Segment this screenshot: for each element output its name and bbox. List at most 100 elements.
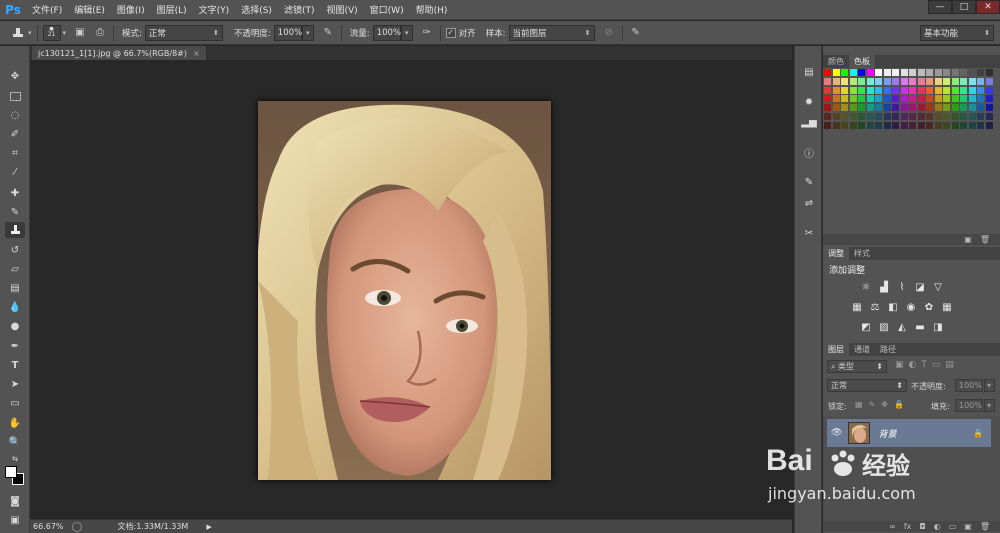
color-swatch[interactable] <box>985 95 993 103</box>
pixel-filter-icon[interactable]: ▣ <box>895 360 904 370</box>
menu-edit[interactable]: 编辑(E) <box>68 3 111 16</box>
color-swatch[interactable] <box>934 95 942 103</box>
color-swatch[interactable] <box>968 69 976 76</box>
color-swatch[interactable] <box>841 77 848 85</box>
color-swatch[interactable] <box>977 113 984 120</box>
color-swatch[interactable] <box>866 86 874 94</box>
tab-adjustments[interactable]: 调整 <box>823 247 849 260</box>
lock-all-icon[interactable]: 🔒 <box>894 400 904 409</box>
menu-help[interactable]: 帮助(H) <box>410 3 454 16</box>
clone-source-panel-icon[interactable]: ⎙ <box>92 25 108 41</box>
color-swatch[interactable] <box>985 77 993 85</box>
menu-filter[interactable]: 滤镜(T) <box>278 3 321 16</box>
color-swatch[interactable] <box>909 104 916 112</box>
brightness-icon[interactable]: ☼ <box>859 282 873 293</box>
gradient-map-icon[interactable]: ▬ <box>913 322 927 333</box>
shape-filter-icon[interactable]: ▭ <box>932 360 941 370</box>
color-swatch[interactable] <box>985 113 993 120</box>
zoom-level[interactable]: 66.67% <box>33 522 64 531</box>
color-swatch[interactable] <box>841 113 848 120</box>
color-swatch[interactable] <box>875 121 882 129</box>
color-swatch[interactable] <box>849 121 857 129</box>
vibrance-icon[interactable]: ▽ <box>931 282 945 293</box>
menu-window[interactable]: 窗口(W) <box>364 3 410 16</box>
color-swatch[interactable] <box>985 121 993 129</box>
color-swatch[interactable] <box>824 95 831 103</box>
flow-dropdown-button[interactable]: ▾ <box>400 24 413 41</box>
color-swatch[interactable] <box>849 69 857 76</box>
quick-selection-tool-icon[interactable]: ✐ <box>5 126 25 142</box>
type-tool-icon[interactable]: T <box>5 357 25 373</box>
color-swatch[interactable] <box>917 113 925 120</box>
pressure-size-icon[interactable]: ✎ <box>628 25 644 41</box>
color-swatch[interactable] <box>883 86 891 94</box>
color-swatch[interactable] <box>900 95 908 103</box>
color-swatch[interactable] <box>841 121 848 129</box>
lock-pixels-icon[interactable]: ✎ <box>869 400 876 409</box>
color-swatch[interactable] <box>951 104 959 112</box>
layer-opacity-dropdown[interactable]: ▾ <box>984 379 995 392</box>
blend-mode-select[interactable]: 正常 ⬍ <box>827 379 907 392</box>
color-swatch[interactable] <box>934 121 942 129</box>
minimize-button[interactable]: — <box>928 0 952 14</box>
tab-layers[interactable]: 图层 <box>823 343 849 356</box>
color-swatch[interactable] <box>849 95 857 103</box>
status-menu-icon[interactable] <box>71 521 82 532</box>
color-swatch[interactable] <box>926 95 933 103</box>
adjustment-filter-icon[interactable]: ◐ <box>909 360 917 370</box>
color-swatch[interactable] <box>875 113 882 120</box>
color-swatch[interactable] <box>875 104 882 112</box>
color-swatch[interactable] <box>960 86 967 94</box>
color-swatch[interactable] <box>934 69 942 76</box>
fill-dropdown[interactable]: ▾ <box>984 399 995 412</box>
color-swatch[interactable] <box>951 95 959 103</box>
color-swatch[interactable] <box>858 121 865 129</box>
new-layer-icon[interactable]: ▣ <box>964 522 972 531</box>
new-adjustment-icon[interactable]: ◐ <box>934 522 941 531</box>
tool-preset-dropdown-icon[interactable]: ▾ <box>28 29 32 37</box>
color-swatch[interactable] <box>892 86 899 94</box>
document-tab[interactable]: jc130121_1[1].jpg @ 66.7%(RGB/8#) × <box>32 46 207 60</box>
hand-tool-icon[interactable]: ✋ <box>5 415 25 431</box>
color-swatch[interactable] <box>968 86 976 94</box>
color-swatch[interactable] <box>960 69 967 76</box>
opacity-input[interactable]: 100% <box>273 24 302 41</box>
color-swatch[interactable] <box>943 77 950 85</box>
lock-position-icon[interactable]: ✥ <box>881 400 888 409</box>
color-swatch[interactable] <box>849 77 857 85</box>
color-swatch[interactable] <box>849 104 857 112</box>
color-swatch[interactable] <box>866 95 874 103</box>
healing-brush-tool-icon[interactable]: ✚ <box>5 185 25 201</box>
color-swatch[interactable] <box>943 86 950 94</box>
color-swatch[interactable] <box>824 69 831 76</box>
photo-filter-icon[interactable]: ◉ <box>904 302 918 313</box>
color-balance-icon[interactable]: ⚖ <box>868 302 882 313</box>
color-swatch[interactable] <box>866 121 874 129</box>
color-swatch[interactable] <box>858 113 865 120</box>
color-swatch[interactable] <box>832 69 840 76</box>
color-swatch[interactable] <box>917 95 925 103</box>
color-swatch[interactable] <box>985 86 993 94</box>
tool-presets-icon[interactable]: ✂ <box>801 225 817 241</box>
color-swatch[interactable] <box>900 86 908 94</box>
selective-color-icon[interactable]: ◨ <box>931 322 945 333</box>
color-swatch[interactable] <box>968 121 976 129</box>
color-swatch[interactable] <box>917 104 925 112</box>
color-swatch[interactable] <box>824 121 831 129</box>
color-swatch[interactable] <box>841 104 848 112</box>
layer-filter-select[interactable]: ⌕ 类型 ⬍ <box>827 360 887 373</box>
color-swatch[interactable] <box>841 69 848 76</box>
color-swatch[interactable] <box>883 69 891 76</box>
color-swatch[interactable] <box>977 104 984 112</box>
smart-filter-icon[interactable]: ▤ <box>945 360 954 370</box>
visibility-eye-icon[interactable]: 👁 <box>831 428 842 438</box>
levels-icon[interactable]: ▟ <box>877 282 891 293</box>
color-swatch[interactable] <box>832 95 840 103</box>
tab-channels[interactable]: 通道 <box>849 343 875 356</box>
info-panel-icon[interactable]: ⓘ <box>801 144 817 160</box>
brush-tool-icon[interactable]: ✎ <box>5 204 25 220</box>
color-swatch[interactable] <box>934 77 942 85</box>
screen-mode-icon[interactable]: ▣ <box>5 512 25 528</box>
color-swatch[interactable] <box>926 86 933 94</box>
color-swatch[interactable] <box>909 77 916 85</box>
